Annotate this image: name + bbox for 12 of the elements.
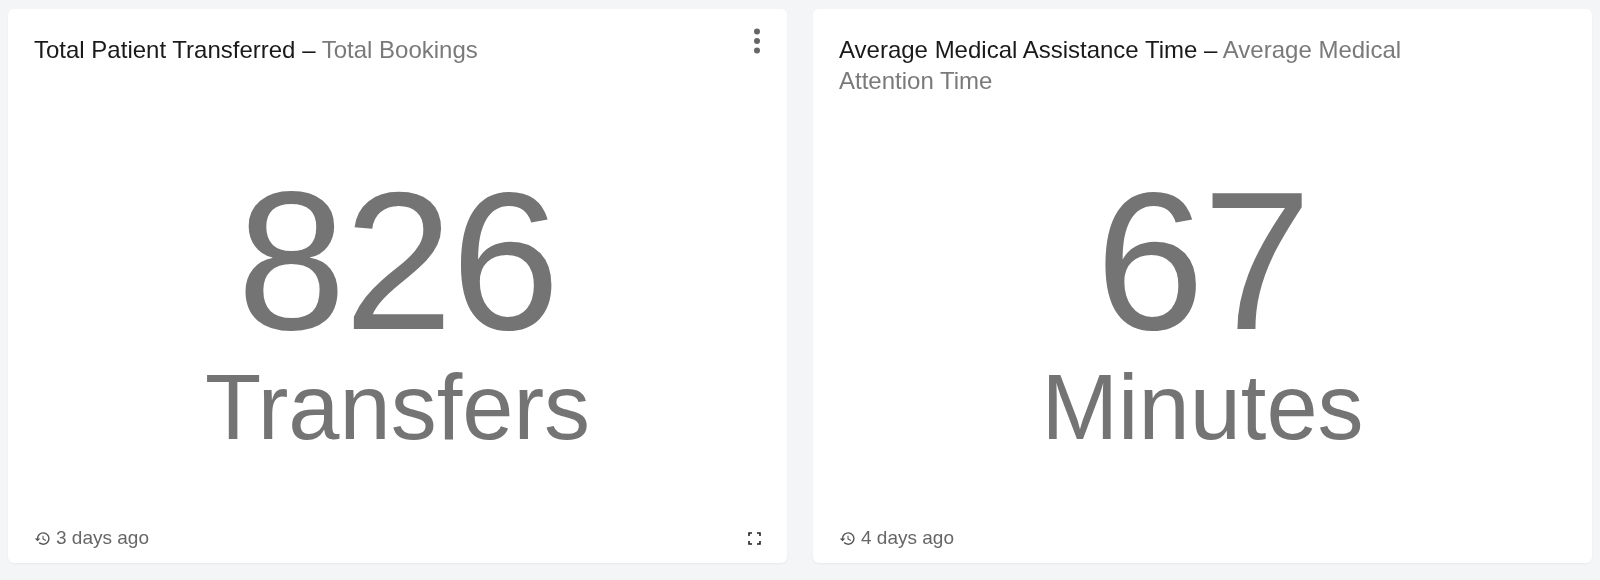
updated-time: 4 days ago: [861, 527, 955, 549]
card-title: Average Medical Assistance Time – Average Medical Attention Time: [839, 35, 1403, 96]
more-menu-icon[interactable]: [753, 28, 761, 54]
history-icon: [34, 529, 51, 547]
fullscreen-icon[interactable]: [748, 531, 761, 545]
metric-value: 826: [237, 166, 558, 357]
metric-unit: Minutes: [1041, 356, 1364, 457]
card-title: Total Patient Transferred – Total Bookings: [34, 35, 478, 65]
metric-unit: Transfers: [204, 356, 591, 457]
history-icon: [839, 529, 856, 547]
metric-value: 67: [1095, 166, 1310, 357]
updated-time: 3 days ago: [56, 527, 150, 549]
